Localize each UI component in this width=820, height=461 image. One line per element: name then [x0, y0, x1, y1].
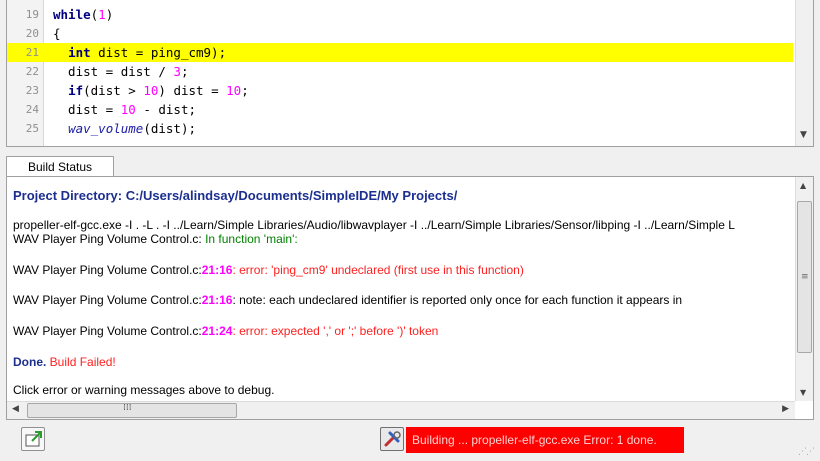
build-status-vertical-scrollbar[interactable]: ▲ ≡ ▼ — [795, 177, 813, 401]
scroll-right-arrow-icon[interactable]: ▶ — [782, 404, 789, 414]
code-text: { — [53, 26, 61, 41]
code-text: while(1) — [53, 7, 114, 22]
file-name: WAV Player Ping Volume Control.c: — [13, 324, 202, 338]
error-message[interactable]: WAV Player Ping Volume Control.c:21:16: … — [13, 263, 524, 277]
code-text: dist = dist / 3; — [53, 64, 189, 79]
line-number: 25 — [25, 122, 39, 135]
new-project-button[interactable] — [21, 427, 45, 451]
vertical-scroll-thumb[interactable]: ≡ — [797, 201, 812, 353]
compile-command[interactable]: propeller-elf-gcc.exe -I . -L . -I ../Le… — [13, 218, 735, 232]
error-location: 21:24 — [201, 324, 233, 338]
new-project-icon — [25, 431, 42, 447]
code-editor[interactable]: 19 while(1) 20 { 21 int dist = ping_cm9)… — [6, 0, 814, 147]
file-name: WAV Player Ping Volume Control.c: — [13, 232, 202, 246]
code-line-highlighted[interactable]: 21 int dist = ping_cm9); — [7, 43, 793, 62]
code-text: wav_volume(dist); — [68, 121, 197, 136]
line-number: 21 — [25, 46, 39, 59]
build-result: Done. Build Failed! — [13, 355, 116, 369]
build-status-banner: Building ... propeller-elf-gcc.exe Error… — [406, 427, 684, 453]
line-number: 19 — [25, 8, 39, 21]
error-text: : error: 'ping_cm9' undeclared (first us… — [232, 263, 524, 277]
note-location: 21:16 — [201, 293, 233, 307]
code-line[interactable]: 24 dist = 10 - dist; — [7, 100, 793, 119]
code-line[interactable]: 20 { — [7, 24, 793, 43]
line-number: 22 — [25, 65, 39, 78]
scroll-left-arrow-icon[interactable]: ◀ — [12, 404, 19, 414]
scroll-up-arrow-icon[interactable]: ▲ — [800, 181, 806, 190]
code-line[interactable]: 23 if(dist > 10) dist = 10; — [7, 81, 793, 100]
file-name: WAV Player Ping Volume Control.c: — [13, 293, 202, 307]
error-location: 21:16 — [201, 263, 233, 277]
error-text: : error: expected ',' or ';' before ')' … — [232, 324, 439, 338]
in-function-text: In function 'main': — [201, 232, 298, 246]
scroll-down-arrow-icon[interactable]: ▼ — [800, 130, 807, 140]
horizontal-scroll-thumb[interactable]: ⁞⁞⁞ — [27, 403, 237, 418]
build-failed-label: Build Failed! — [46, 355, 116, 369]
debug-hint: Click error or warning messages above to… — [13, 383, 275, 397]
grip-icon: ⁞⁞⁞ — [123, 403, 132, 413]
build-tools-icon — [384, 431, 401, 447]
done-label: Done. — [13, 355, 47, 369]
code-line[interactable]: 19 while(1) — [7, 5, 793, 24]
code-text: if(dist > 10) dist = 10; — [68, 83, 249, 98]
code-text: int dist = ping_cm9); — [68, 45, 227, 60]
code-text: dist = 10 - dist; — [53, 102, 197, 117]
project-directory: Project Directory: C:/Users/alindsay/Doc… — [13, 188, 458, 203]
resize-grip-icon[interactable]: ⋰⋰ — [798, 447, 815, 457]
grip-icon: ≡ — [801, 272, 808, 282]
editor-vertical-scrollbar[interactable]: ▼ — [795, 0, 813, 146]
file-name: WAV Player Ping Volume Control.c: — [13, 263, 202, 277]
in-function-message[interactable]: WAV Player Ping Volume Control.c: In fun… — [13, 232, 298, 246]
tab-build-status[interactable]: Build Status — [6, 156, 114, 177]
build-status-horizontal-scrollbar[interactable]: ◀ ⁞⁞⁞ ▶ — [7, 401, 795, 419]
line-number: 20 — [25, 27, 39, 40]
build-button[interactable] — [380, 427, 404, 451]
line-number: 24 — [25, 103, 39, 116]
code-line[interactable]: 25 wav_volume(dist); — [7, 119, 793, 138]
build-status-panel: Project Directory: C:/Users/alindsay/Doc… — [6, 176, 814, 420]
note-message[interactable]: WAV Player Ping Volume Control.c:21:16: … — [13, 293, 682, 307]
code-line[interactable]: 22 dist = dist / 3; — [7, 62, 793, 81]
line-number: 23 — [25, 84, 39, 97]
scroll-down-arrow-icon[interactable]: ▼ — [800, 388, 806, 397]
note-text: : note: each undeclared identifier is re… — [232, 293, 683, 307]
error-message[interactable]: WAV Player Ping Volume Control.c:21:24: … — [13, 324, 438, 338]
